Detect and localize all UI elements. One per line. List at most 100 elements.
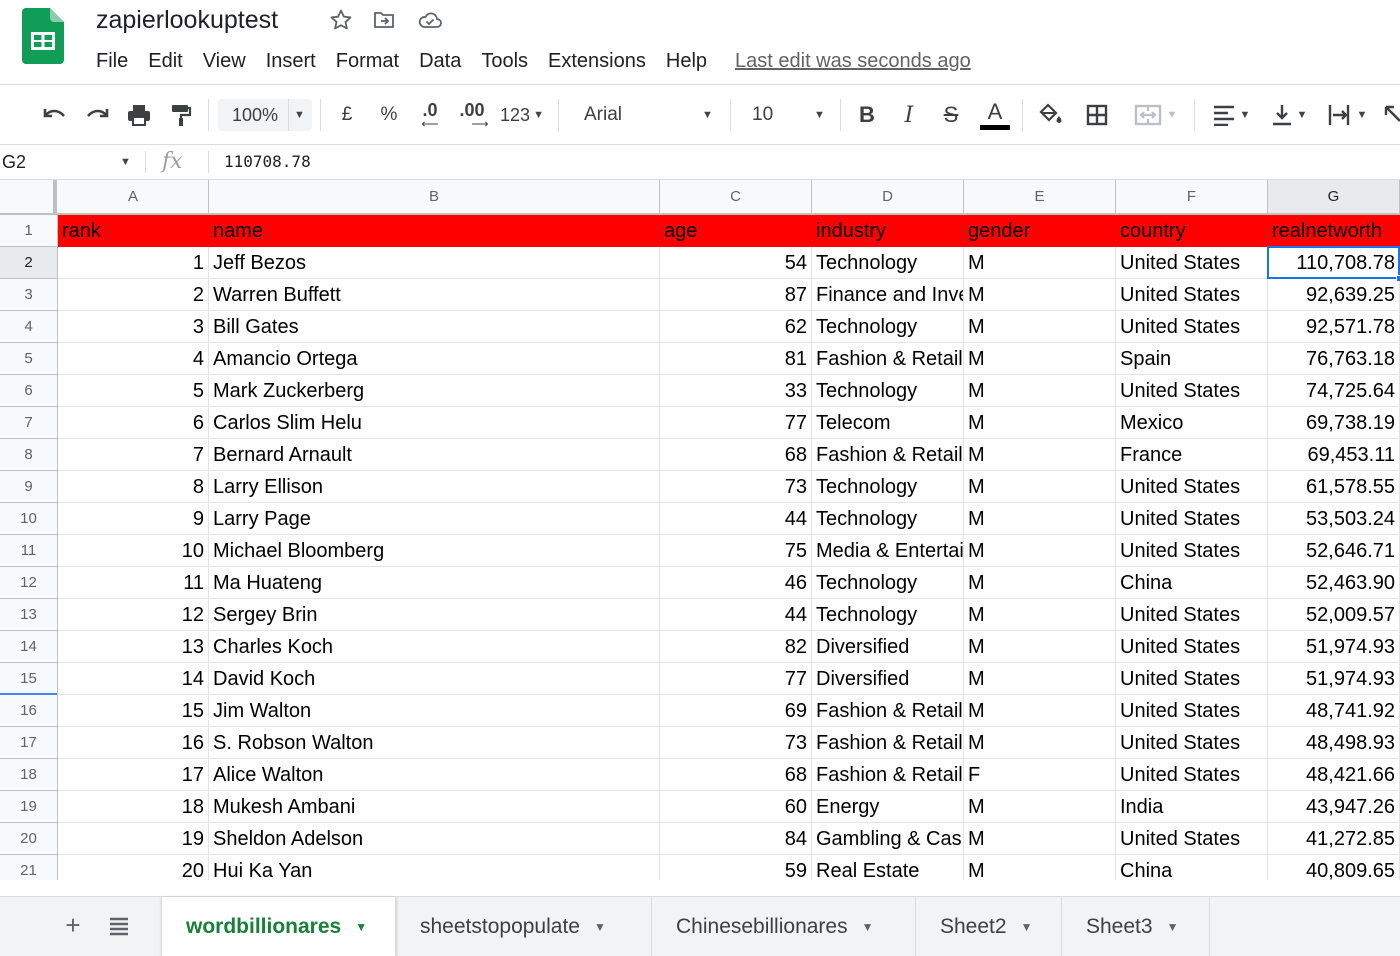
cell-c[interactable]: 60 — [660, 791, 812, 823]
cell-a[interactable]: 14 — [58, 663, 209, 695]
cell-b[interactable]: Bill Gates — [209, 311, 660, 343]
cell-e[interactable]: M — [964, 343, 1116, 375]
cell-e[interactable]: M — [964, 823, 1116, 855]
star-icon[interactable] — [328, 7, 354, 33]
cell-e[interactable]: M — [964, 567, 1116, 599]
cell-c[interactable]: 59 — [660, 855, 812, 880]
cell-b[interactable]: Jeff Bezos — [209, 247, 660, 279]
zoom-select[interactable]: 100% ▼ — [218, 99, 312, 131]
sheet-tab-wordbillionares[interactable]: wordbillionares ▼ — [162, 897, 396, 956]
cell-f[interactable]: United States — [1116, 631, 1268, 663]
cell-g[interactable]: 51,974.93 — [1268, 663, 1400, 695]
cell-e[interactable]: M — [964, 855, 1116, 880]
cell-a[interactable]: 13 — [58, 631, 209, 663]
row-header-15[interactable]: 15 — [0, 663, 58, 696]
horizontal-align-icon[interactable]: ▼ — [1206, 99, 1256, 131]
cell-c[interactable]: 87 — [660, 279, 812, 311]
row-header-1[interactable]: 1 — [0, 215, 58, 247]
vertical-align-icon[interactable]: ▼ — [1264, 99, 1314, 131]
currency-format-button[interactable]: £ — [332, 99, 362, 131]
sheet-tab-caret-icon[interactable]: ▼ — [594, 920, 606, 934]
cell-b[interactable]: Alice Walton — [209, 759, 660, 791]
name-box-caret-icon[interactable]: ▼ — [120, 145, 131, 179]
cell-b[interactable]: Amancio Ortega — [209, 343, 660, 375]
cell-f[interactable]: Spain — [1116, 343, 1268, 375]
font-size-select[interactable]: 10 ▼ — [740, 99, 832, 131]
row-header-8[interactable]: 8 — [0, 439, 58, 471]
row-header-19[interactable]: 19 — [0, 791, 58, 823]
cell-c[interactable]: 68 — [660, 439, 812, 471]
menu-extensions[interactable]: Extensions — [538, 46, 656, 76]
row-header-3[interactable]: 3 — [0, 279, 58, 311]
menu-help[interactable]: Help — [656, 46, 717, 76]
cell-a[interactable]: 6 — [58, 407, 209, 439]
cell-a[interactable]: 8 — [58, 471, 209, 503]
cell-f[interactable]: China — [1116, 567, 1268, 599]
cell-d[interactable]: Real Estate — [812, 855, 964, 880]
cell-a[interactable]: 16 — [58, 727, 209, 759]
cell-d[interactable]: Technology — [812, 247, 964, 279]
cell-e[interactable]: M — [964, 695, 1116, 727]
header-cell-a[interactable]: rank — [58, 215, 209, 247]
cell-a[interactable]: 20 — [58, 855, 209, 880]
cell-a[interactable]: 7 — [58, 439, 209, 471]
cell-f[interactable]: United States — [1116, 535, 1268, 567]
cell-d[interactable]: Technology — [812, 375, 964, 407]
cell-f[interactable]: United States — [1116, 823, 1268, 855]
row-header-4[interactable]: 4 — [0, 311, 58, 343]
cell-c[interactable]: 81 — [660, 343, 812, 375]
cell-g[interactable]: 51,974.93 — [1268, 631, 1400, 663]
cell-g[interactable]: 110,708.78 — [1268, 247, 1400, 279]
cell-b[interactable]: Warren Buffett — [209, 279, 660, 311]
cell-f[interactable]: United States — [1116, 311, 1268, 343]
cell-d[interactable]: Technology — [812, 567, 964, 599]
text-wrapping-icon[interactable]: ▼ — [1322, 99, 1372, 131]
cell-b[interactable]: Ma Huateng — [209, 567, 660, 599]
cell-c[interactable]: 82 — [660, 631, 812, 663]
cell-e[interactable]: M — [964, 535, 1116, 567]
last-edit-link[interactable]: Last edit was seconds ago — [735, 50, 971, 73]
cell-e[interactable]: M — [964, 503, 1116, 535]
cell-c[interactable]: 54 — [660, 247, 812, 279]
menu-insert[interactable]: Insert — [256, 46, 326, 76]
column-header-g[interactable]: G — [1268, 180, 1400, 213]
cell-g[interactable]: 92,639.25 — [1268, 279, 1400, 311]
row-header-11[interactable]: 11 — [0, 535, 58, 567]
cell-e[interactable]: M — [964, 471, 1116, 503]
cell-c[interactable]: 44 — [660, 503, 812, 535]
cell-d[interactable]: Technology — [812, 471, 964, 503]
sheet-tab-sheet3[interactable]: Sheet3 ▼ — [1062, 897, 1210, 956]
sheet-tab-chinesebillionares[interactable]: Chinesebillionares ▼ — [652, 897, 916, 956]
row-header-6[interactable]: 6 — [0, 375, 58, 407]
cell-f[interactable]: United States — [1116, 503, 1268, 535]
cell-f[interactable]: France — [1116, 439, 1268, 471]
row-header-12[interactable]: 12 — [0, 567, 58, 599]
cell-f[interactable]: United States — [1116, 279, 1268, 311]
cell-a[interactable]: 18 — [58, 791, 209, 823]
column-header-c[interactable]: C — [660, 180, 812, 213]
cell-g[interactable]: 40,809.65 — [1268, 855, 1400, 880]
row-header-16[interactable]: 16 — [0, 695, 58, 727]
cell-g[interactable]: 48,421.66 — [1268, 759, 1400, 791]
header-cell-g[interactable]: realnetworth — [1268, 215, 1400, 247]
cell-a[interactable]: 15 — [58, 695, 209, 727]
cell-d[interactable]: Media & Entertainment — [812, 535, 964, 567]
cell-g[interactable]: 48,741.92 — [1268, 695, 1400, 727]
cell-e[interactable]: M — [964, 375, 1116, 407]
cell-b[interactable]: Sergey Brin — [209, 599, 660, 631]
cell-b[interactable]: Larry Ellison — [209, 471, 660, 503]
redo-icon[interactable] — [80, 99, 114, 131]
text-color-button[interactable]: A — [978, 99, 1012, 131]
cell-e[interactable]: M — [964, 631, 1116, 663]
row-header-13[interactable]: 13 — [0, 599, 58, 631]
cell-g[interactable]: 43,947.26 — [1268, 791, 1400, 823]
menu-tools[interactable]: Tools — [471, 46, 538, 76]
cell-f[interactable]: United States — [1116, 375, 1268, 407]
cell-a[interactable]: 1 — [58, 247, 209, 279]
cell-c[interactable]: 68 — [660, 759, 812, 791]
cell-a[interactable]: 17 — [58, 759, 209, 791]
column-header-f[interactable]: F — [1116, 180, 1268, 213]
paint-format-icon[interactable] — [164, 99, 198, 131]
header-cell-d[interactable]: industry — [812, 215, 964, 247]
cell-a[interactable]: 10 — [58, 535, 209, 567]
